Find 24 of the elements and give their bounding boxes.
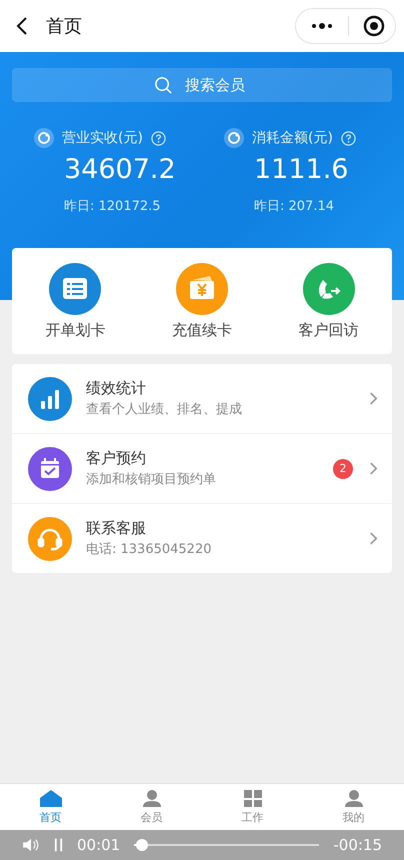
menu-item[interactable]: 联系客服 电话: 13365045220 (12, 504, 392, 573)
page-title: 首页 (46, 15, 83, 38)
stat-value: 34607.2 (64, 154, 177, 185)
menu-subtitle: 查看个人业绩、排名、提成 (86, 401, 243, 418)
menu-title: 绩效统计 (86, 379, 147, 398)
menu-title: 联系客服 (86, 519, 147, 538)
quick-action[interactable]: 充值续卡 (138, 262, 266, 340)
elapsed-time: 00:01 (77, 836, 120, 854)
quick-action[interactable]: 开单划卡 (12, 262, 139, 340)
remaining-time: -00:15 (333, 836, 382, 854)
stat-yesterday: 昨日: 207.14 (254, 198, 335, 215)
tab[interactable]: 会员 (101, 789, 202, 825)
quick-action[interactable]: 客户回访 (265, 262, 392, 340)
menu-subtitle: 添加和核销项目预约单 (86, 471, 217, 488)
stat-value: 1111.6 (254, 154, 350, 185)
menu-title: 客户预约 (86, 449, 147, 468)
menu-item[interactable]: 客户预约 添加和核销项目预约单 2 (12, 434, 392, 504)
menu-item[interactable]: 绩效统计 查看个人业绩、排名、提成 (12, 364, 392, 434)
stat-label: 营业实收(元) (62, 129, 143, 147)
menu-subtitle: 电话: 13365045220 (86, 541, 212, 558)
tab[interactable]: 首页 (0, 789, 101, 825)
stat-label: 消耗金额(元) (252, 129, 333, 147)
count-badge: 2 (333, 458, 353, 478)
stat-yesterday: 昨日: 120172.5 (64, 198, 162, 215)
